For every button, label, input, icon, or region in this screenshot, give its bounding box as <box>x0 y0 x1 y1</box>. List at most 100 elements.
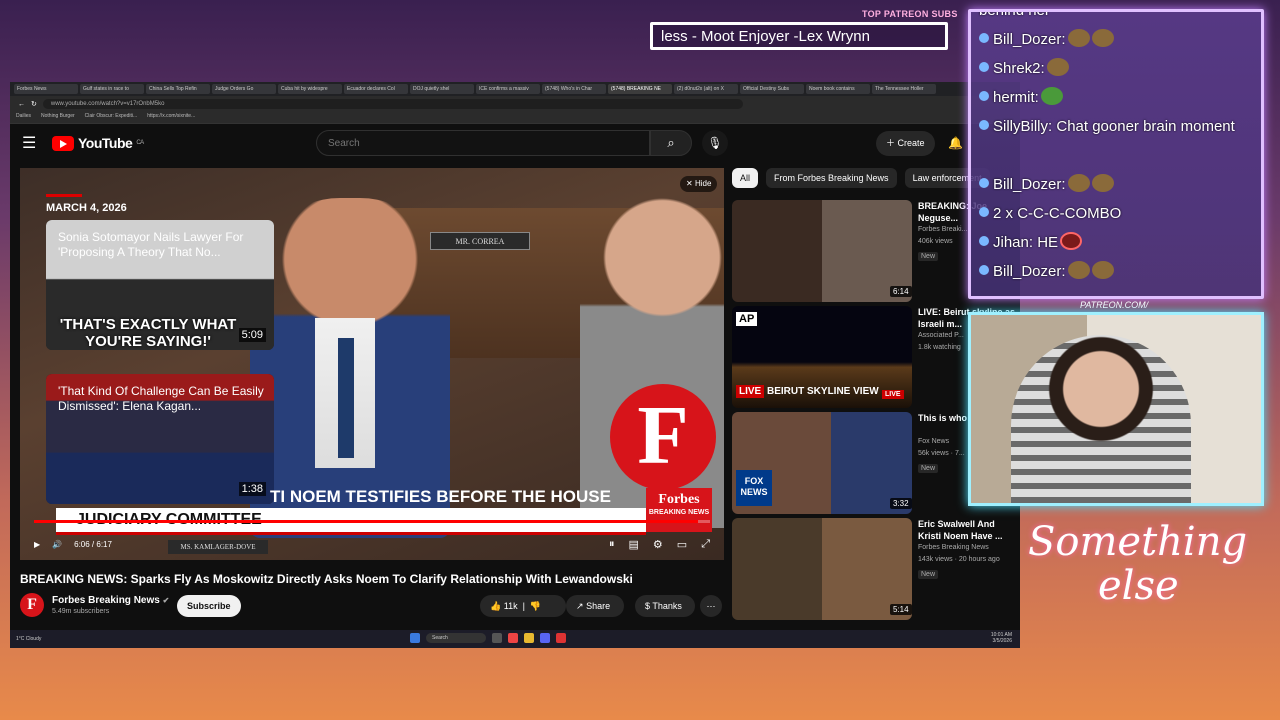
thumbs-down-icon[interactable]: 👎 <box>530 601 541 611</box>
taskbar-search[interactable]: Search <box>426 633 486 643</box>
chat-badge-icon <box>979 120 989 130</box>
browser-tab[interactable]: Ecuador declares Col <box>344 84 408 94</box>
progress-fill <box>34 520 698 523</box>
verified-icon: ✔ <box>162 596 170 605</box>
recommended-meta: 56k views · 7... <box>918 450 965 457</box>
ap-logo: AP <box>736 312 758 326</box>
thanks-label: Thanks <box>652 601 682 611</box>
chat-username: hermit: <box>993 89 1039 106</box>
video-date: MARCH 4, 2026 <box>46 202 127 214</box>
file-explorer-icon[interactable] <box>524 633 534 643</box>
channel-name[interactable]: Forbes Breaking News ✔ <box>52 595 169 606</box>
chat-message: SillyBilly: Chat gooner brain moment <box>979 116 1249 138</box>
player-controls: ▶ 🔊 6:06 / 6:17 ⏸ ▤ ⚙ ▭ ⤢ <box>34 534 710 554</box>
channel-subscribers: 5.49m subscribers <box>52 608 110 615</box>
search-input[interactable] <box>316 130 650 156</box>
thumbs-up-icon: 👍 <box>490 601 502 611</box>
share-button[interactable]: ↗ Share <box>566 595 624 617</box>
progress-bar[interactable] <box>34 520 710 523</box>
chat-emote-icon <box>1091 29 1114 47</box>
browser-tab[interactable]: Cuba hit by widespre <box>278 84 342 94</box>
subscribe-button[interactable]: Subscribe <box>177 595 241 617</box>
end-card-video-2[interactable]: 'That Kind Of Challenge Can Be Easily Di… <box>46 374 274 504</box>
refresh-icon[interactable]: ↻ <box>31 100 37 108</box>
browser-icon[interactable] <box>508 633 518 643</box>
weather-widget[interactable]: 1°C Cloudy <box>16 636 41 642</box>
youtube-header: ☰ YouTube CA ⌕ 🎙 ＋ Create 🔔 <box>10 124 1020 162</box>
task-view-icon[interactable] <box>492 633 502 643</box>
browser-tab[interactable]: Noem book contains <box>806 84 870 94</box>
settings-gear-icon[interactable]: ⚙ <box>653 538 663 551</box>
miniplayer-icon[interactable]: ▭ <box>677 538 687 551</box>
voice-search-button[interactable]: 🎙 <box>702 130 728 156</box>
something-else-signature: Something else <box>1028 520 1268 650</box>
chip-from-forbes[interactable]: From Forbes Breaking News <box>766 168 897 188</box>
hamburger-menu-icon[interactable]: ☰ <box>22 133 42 153</box>
browser-tab[interactable]: DOJ quietly shel <box>410 84 474 94</box>
recommended-video[interactable]: 5:14 Eric Swalwell And Kristi Noem Have … <box>732 518 1020 622</box>
create-button[interactable]: ＋ Create <box>876 131 935 156</box>
windows-taskbar: 1°C Cloudy Search 10:01 AM 3/5/2026 <box>10 630 1020 648</box>
recommended-thumbnail <box>732 518 912 620</box>
notifications-bell-icon[interactable]: 🔔 <box>948 136 963 150</box>
play-icon[interactable]: ▶ <box>34 540 40 549</box>
forbes-breaking-news-tag: Forbes BREAKING NEWS <box>646 488 712 532</box>
stream-layout: TOP PATREON SUBS less - Moot Enjoyer -Le… <box>0 0 1280 720</box>
patreon-marquee: less - Moot Enjoyer -Lex Wrynn <box>650 22 948 50</box>
video-player[interactable]: MR. CORREA MS. KAMLAGER-DOVE ✕ Hide MARC… <box>20 168 724 560</box>
pause-autoplay-icon[interactable]: ⏸ <box>609 538 615 551</box>
system-tray-clock[interactable]: 10:01 AM 3/5/2026 <box>991 632 1012 644</box>
chat-badge-icon <box>979 265 989 275</box>
browser-tab[interactable]: The Tennessee Holler <box>872 84 936 94</box>
back-icon[interactable]: ← <box>18 101 25 108</box>
recommended-title: Eric Swalwell And Kristi Noem Have ... <box>918 519 1003 541</box>
browser-tab[interactable]: Official Destiny Subs <box>740 84 804 94</box>
thanks-icon: $ <box>645 601 651 611</box>
share-label: Share <box>586 601 611 611</box>
youtube-logo[interactable]: YouTube CA <box>52 135 144 151</box>
browser-tab[interactable]: (2) d0nut2x (alt) on X <box>674 84 738 94</box>
url-field[interactable]: www.youtube.com/watch?v=v17rOnbM5ko <box>42 99 743 109</box>
browser-tab[interactable]: Judge Orders Go <box>212 84 276 94</box>
thanks-button[interactable]: $ Thanks <box>635 595 695 617</box>
chat-message: Bill_Dozer: <box>979 174 1114 196</box>
search-icon: ⌕ <box>667 135 675 150</box>
subtitles-icon[interactable]: ▤ <box>629 538 639 551</box>
chip-all[interactable]: All <box>732 168 759 188</box>
browser-tab[interactable]: Forbes News <box>14 84 78 94</box>
like-button[interactable]: 👍 11k | 👎 <box>480 595 566 617</box>
new-badge: New <box>918 570 939 579</box>
new-badge: New <box>918 464 939 473</box>
more-actions-button[interactable]: ⋯ <box>700 595 722 617</box>
recommended-thumbnail <box>732 200 912 302</box>
volume-icon[interactable]: 🔊 <box>52 540 62 549</box>
fullscreen-icon[interactable]: ⤢ <box>701 538 710 551</box>
thumbnail-live-label: LIVE BEIRUT SKYLINE VIEW <box>736 385 879 398</box>
share-icon: ↗ <box>576 601 584 611</box>
browser-tab[interactable]: ICE confirms a massiv <box>476 84 540 94</box>
new-badge: New <box>918 252 939 261</box>
chat-emote-icon <box>1046 58 1069 76</box>
browser-tab[interactable]: (5748) BREAKING NE <box>608 84 672 94</box>
obs-icon[interactable] <box>556 633 566 643</box>
bookmark-item[interactable]: Dailies <box>16 113 31 122</box>
chat-username: Bill_Dozer: <box>993 176 1066 193</box>
youtube-logo-text: YouTube <box>78 135 133 151</box>
browser-tab[interactable]: China Sells Top Refin <box>146 84 210 94</box>
forbes-tag-sub: BREAKING NEWS <box>648 509 710 516</box>
speaker-tie <box>338 338 354 458</box>
chat-emote-icon <box>1091 174 1114 192</box>
sidebar-chips: All From Forbes Breaking News Law enforc… <box>732 168 990 188</box>
search-button[interactable]: ⌕ <box>650 130 692 156</box>
end-card-video-1[interactable]: Sonia Sotomayor Nails Lawyer For 'Propos… <box>46 220 274 350</box>
discord-icon[interactable] <box>540 633 550 643</box>
bookmark-item[interactable]: Nothing Burger <box>41 113 75 122</box>
nameplate-correa: MR. CORREA <box>430 232 530 250</box>
browser-tab[interactable]: Gulf states in race to <box>80 84 144 94</box>
hide-cards-button[interactable]: ✕ Hide <box>680 176 718 192</box>
bookmark-item[interactable]: https://x.com/sixnite... <box>147 113 195 122</box>
start-icon[interactable] <box>410 633 420 643</box>
channel-avatar[interactable]: F <box>20 593 44 617</box>
browser-tab[interactable]: (5748) Who's in Char <box>542 84 606 94</box>
bookmark-item[interactable]: Clair Obscur: Expediti... <box>85 113 138 122</box>
